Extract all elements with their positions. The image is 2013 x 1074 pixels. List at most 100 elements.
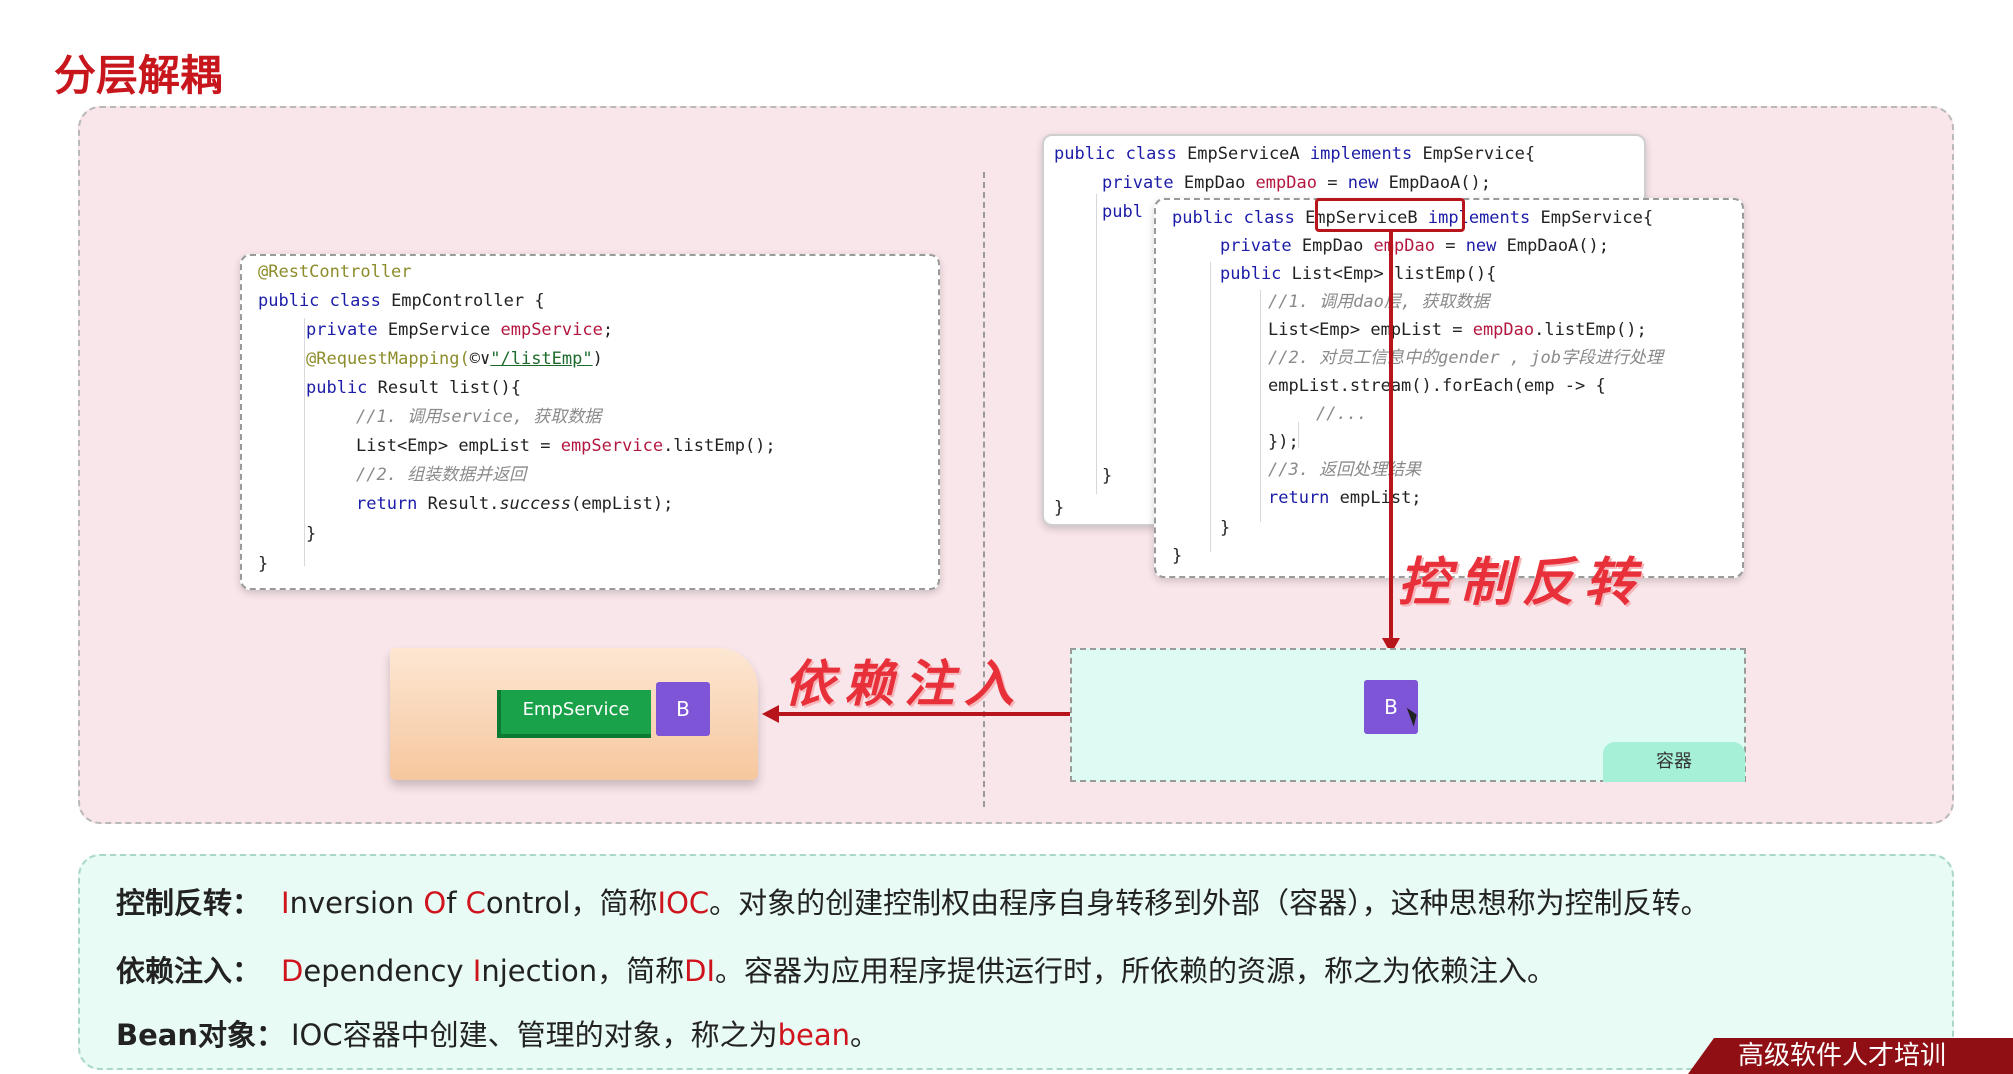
code-text: EmpDao xyxy=(1183,173,1256,193)
code-line: //1. 调用service, 获取数据 xyxy=(356,407,601,427)
code-text: ) xyxy=(592,349,603,369)
code-field: empDao xyxy=(1255,173,1317,193)
code-line: //3. 返回处理结果 xyxy=(1268,460,1421,480)
code-line: //2. 组装数据并返回 xyxy=(356,465,526,485)
code-keyword: publ xyxy=(1102,202,1143,222)
code-text: empList.stream().forEach(emp -> { xyxy=(1268,376,1606,396)
code-text: Result list(){ xyxy=(377,378,521,398)
code-text: } xyxy=(1102,466,1113,486)
code-text: Result. xyxy=(427,494,500,514)
ioc-letter: C xyxy=(465,886,486,920)
inversion-label: 控制反转 xyxy=(1398,552,1647,613)
di-text: njection，简称 xyxy=(481,954,685,988)
ioc-description: 。对象的创建控制权由程序自身转移到外部（容器），这种思想称为控制反转。 xyxy=(709,886,1710,920)
ioc-letter: O xyxy=(423,886,447,920)
container-tab: 容器 xyxy=(1603,742,1745,782)
code-line: empList.stream().forEach(emp -> { xyxy=(1268,376,1606,396)
code-line: } xyxy=(1220,518,1230,538)
di-description: 。容器为应用程序提供运行时，所依赖的资源，称之为依赖注入。 xyxy=(715,954,1557,988)
empservice-tag: EmpService xyxy=(497,690,651,738)
code-line: public Result list(){ xyxy=(306,378,521,398)
code-line: //2. 对员工信息中的gender , job字段进行处理 xyxy=(1268,348,1663,368)
code-field: empService xyxy=(500,320,603,340)
code-line: } xyxy=(306,524,316,544)
code-text: empList; xyxy=(1339,488,1422,508)
code-text: List<Emp> empList = xyxy=(356,436,561,456)
code-line: //1. 调用dao层, 获取数据 xyxy=(1268,292,1489,312)
bean-definition: Bean对象： IOC容器中创建、管理的对象，称之为bean。 xyxy=(116,1012,879,1054)
class-name-highlight xyxy=(1315,198,1465,232)
code-text: EmpController { xyxy=(391,291,545,311)
code-annotation: @RestController xyxy=(258,262,412,282)
code-keyword: public class xyxy=(1054,144,1188,164)
code-keyword: private xyxy=(1102,173,1184,193)
code-string: "/listEmp" xyxy=(490,349,593,369)
ioc-text: f xyxy=(446,886,466,920)
code-keyword: private xyxy=(306,320,388,340)
code-keyword: implements xyxy=(1309,144,1423,164)
code-line: List<Emp> empList = empService.listEmp()… xyxy=(356,436,776,456)
controller-code-card: @RestController public class EmpControll… xyxy=(240,254,940,590)
service-b-code-card: public class EmpServiceB implements EmpS… xyxy=(1154,198,1744,578)
code-text: .listEmp(); xyxy=(663,436,776,456)
code-field: empDao xyxy=(1373,236,1435,256)
code-keyword: return xyxy=(1268,488,1340,508)
code-line: public class EmpServiceA implements EmpS… xyxy=(1054,144,1535,164)
injected-bean-icon: B xyxy=(656,682,710,736)
code-line: } xyxy=(1054,498,1064,518)
indent-guide xyxy=(1096,194,1097,494)
bean-description: IOC容器中创建、管理的对象，称之为 xyxy=(291,1018,778,1052)
code-text: EmpServiceA xyxy=(1187,144,1310,164)
code-text: EmpService xyxy=(387,320,501,340)
inversion-arrow-line xyxy=(1389,232,1393,646)
code-line: private EmpDao empDao = new EmpDaoA(); xyxy=(1220,236,1609,256)
di-term: 依赖注入： xyxy=(116,954,262,988)
bean-text: 。 xyxy=(850,1018,880,1052)
code-keyword: public xyxy=(1220,264,1292,284)
code-text: List<Emp> empList = xyxy=(1268,320,1473,340)
code-line: public class EmpController { xyxy=(258,291,545,311)
code-comment: //2. 对员工信息中的gender , job字段进行处理 xyxy=(1268,348,1663,368)
brand-banner: 高级软件人才培训 xyxy=(1688,1038,2013,1074)
di-text: ependency xyxy=(303,954,473,988)
ioc-abbr: IOC xyxy=(657,886,710,920)
code-comment: //1. 调用dao层, 获取数据 xyxy=(1268,292,1490,312)
ioc-letter: I xyxy=(281,886,290,920)
code-line: public List<Emp> listEmp(){ xyxy=(1220,264,1496,284)
indent-guide xyxy=(1260,290,1261,522)
code-line: return empList; xyxy=(1268,488,1422,508)
page-title: 分层解耦 xyxy=(54,51,223,100)
code-text: .listEmp(); xyxy=(1534,320,1647,340)
code-line: }); xyxy=(1268,432,1299,452)
di-letter: D xyxy=(281,954,304,988)
ioc-text: nversion xyxy=(289,886,424,920)
code-text: } xyxy=(258,554,269,574)
bean-term: Bean对象： xyxy=(116,1018,285,1052)
indent-guide xyxy=(304,318,305,566)
indent-guide xyxy=(1210,262,1211,552)
code-field: empService xyxy=(560,436,664,456)
ioc-definition: 控制反转： Inversion Of Control，简称IOC。对象的创建控制权… xyxy=(116,880,1710,922)
code-line: publ xyxy=(1102,202,1143,222)
code-keyword: public class xyxy=(1172,208,1306,228)
code-text: EmpService{ xyxy=(1422,144,1536,164)
code-keyword: private xyxy=(1220,236,1302,256)
injection-arrow-head xyxy=(762,705,779,723)
code-comment: //2. 组装数据并返回 xyxy=(356,465,527,485)
code-line: @RequestMapping(©∨"/listEmp") xyxy=(306,349,603,369)
code-text: EmpDao xyxy=(1301,236,1374,256)
code-line: } xyxy=(258,554,268,574)
code-keyword: new xyxy=(1347,173,1389,193)
code-line: List<Emp> empList = empDao.listEmp(); xyxy=(1268,320,1647,340)
code-annotation: @RequestMapping( xyxy=(306,349,470,369)
bean-word: bean xyxy=(777,1018,851,1052)
code-line: } xyxy=(1102,466,1112,486)
mapping-icon: ©∨ xyxy=(469,349,491,369)
code-line: //... xyxy=(1316,404,1367,424)
code-keyword: new xyxy=(1465,236,1507,256)
code-text: = xyxy=(1316,173,1348,193)
code-keyword: return xyxy=(356,494,428,514)
code-comment: //1. 调用service, 获取数据 xyxy=(356,407,602,427)
ioc-term: 控制反转： xyxy=(116,886,262,920)
code-comment: //... xyxy=(1316,404,1368,424)
